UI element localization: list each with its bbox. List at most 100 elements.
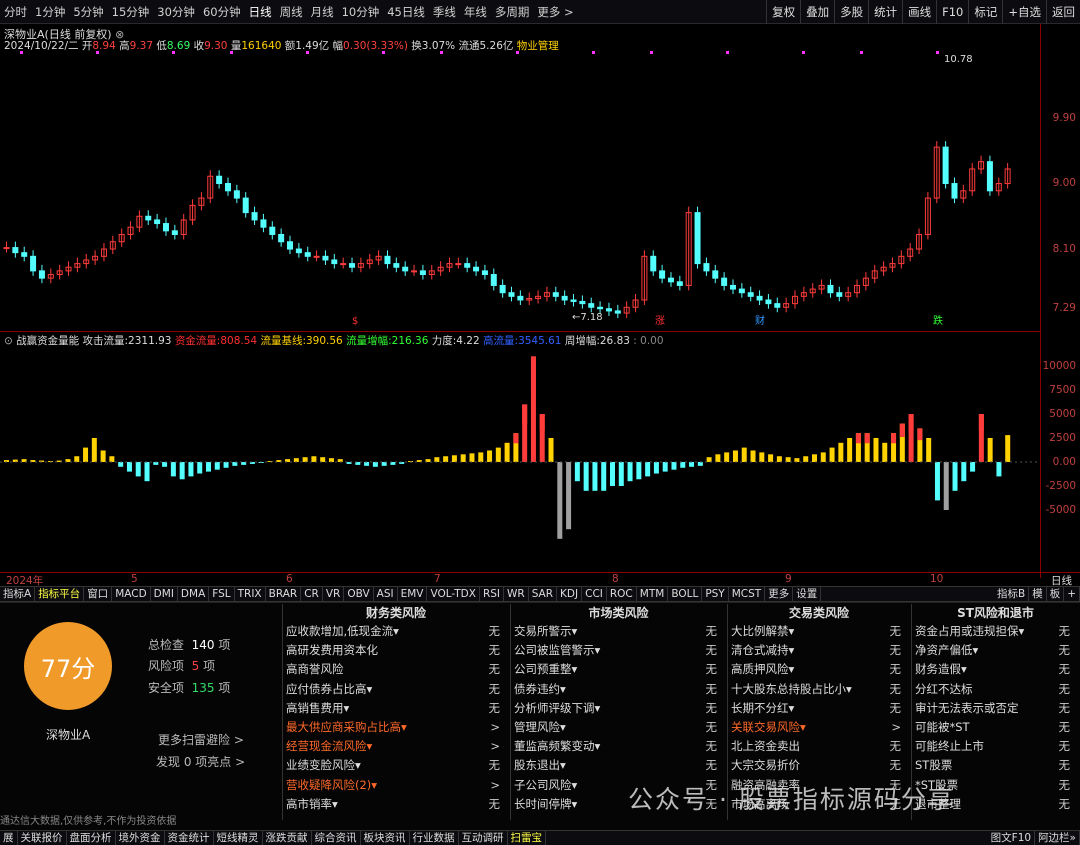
risk-item[interactable]: 大宗交易折价 无 bbox=[731, 756, 907, 775]
risk-item[interactable]: 北上资金卖出 无 bbox=[731, 737, 907, 756]
indicator-tab-22[interactable]: BOLL bbox=[668, 587, 703, 601]
period-tab-7[interactable]: 周线 bbox=[276, 0, 307, 24]
risk-item[interactable]: 资金占用或违规担保▾ 无 bbox=[915, 622, 1076, 641]
bottom-right-0[interactable]: 图文F10 bbox=[988, 831, 1036, 845]
bottom-tab-4[interactable]: 资金统计 bbox=[165, 831, 214, 845]
indicator-tab-19[interactable]: CCI bbox=[582, 587, 607, 601]
bottom-tab-0[interactable]: 展 bbox=[0, 831, 18, 845]
risk-item[interactable]: 应收款增加,低现金流▾ 无 bbox=[286, 622, 506, 641]
indicator-tab-24[interactable]: MCST bbox=[729, 587, 766, 601]
bottom-tab-3[interactable]: 境外资金 bbox=[116, 831, 165, 845]
period-tab-6[interactable]: 日线 bbox=[245, 0, 276, 24]
period-tab-14[interactable]: 更多 > bbox=[533, 0, 577, 24]
bottom-tab-10[interactable]: 互动调研 bbox=[459, 831, 508, 845]
risk-item[interactable]: 应付债券占比高▾ 无 bbox=[286, 680, 506, 699]
risk-item[interactable]: 分析师评级下调▾ 无 bbox=[514, 699, 723, 718]
risk-item[interactable]: 公司被监管警示▾ 无 bbox=[514, 641, 723, 660]
indicator-tab-10[interactable]: VR bbox=[323, 587, 345, 601]
toolbar-btn-6[interactable]: 标记 bbox=[968, 0, 1002, 24]
period-tab-5[interactable]: 60分钟 bbox=[199, 0, 245, 24]
toolbar-btn-4[interactable]: 画线 bbox=[902, 0, 936, 24]
risk-item[interactable]: 高销售费用▾ 无 bbox=[286, 699, 506, 718]
indicator-tab-18[interactable]: KDJ bbox=[557, 587, 583, 601]
collapse-icon[interactable]: ⊙ bbox=[4, 335, 13, 347]
risk-item[interactable]: 交易所警示▾ 无 bbox=[514, 622, 723, 641]
period-tab-12[interactable]: 年线 bbox=[460, 0, 491, 24]
toolbar-btn-0[interactable]: 复权 bbox=[766, 0, 800, 24]
indicator-tab-13[interactable]: EMV bbox=[398, 587, 428, 601]
risk-item[interactable]: 关联交易风险▾ > bbox=[731, 718, 907, 737]
indicator-panel[interactable] bbox=[0, 332, 1040, 572]
period-tab-13[interactable]: 多周期 bbox=[491, 0, 534, 24]
indicator-tab-right-0[interactable]: 指标B bbox=[994, 587, 1030, 601]
indicator-tab-26[interactable]: 设置 bbox=[793, 587, 822, 601]
indicator-tab-15[interactable]: RSI bbox=[480, 587, 504, 601]
bottom-tab-5[interactable]: 短线精灵 bbox=[214, 831, 263, 845]
risk-item[interactable]: 最大供应商采购占比高▾ > bbox=[286, 718, 506, 737]
bottom-right-1[interactable]: 阿边栏» bbox=[1035, 831, 1080, 845]
period-tab-4[interactable]: 30分钟 bbox=[153, 0, 199, 24]
indicator-tab-right-2[interactable]: 板 bbox=[1047, 587, 1065, 601]
risk-item[interactable]: 高商誉风险 无 bbox=[286, 660, 506, 679]
indicator-tab-2[interactable]: 窗口 bbox=[84, 587, 113, 601]
toolbar-btn-2[interactable]: 多股 bbox=[834, 0, 868, 24]
period-tab-9[interactable]: 10分钟 bbox=[338, 0, 384, 24]
risk-item[interactable]: 管理风险▾ 无 bbox=[514, 718, 723, 737]
indicator-tab-5[interactable]: DMA bbox=[178, 587, 210, 601]
period-tab-11[interactable]: 季线 bbox=[429, 0, 460, 24]
bottom-tab-2[interactable]: 盘面分析 bbox=[67, 831, 116, 845]
indicator-tab-9[interactable]: CR bbox=[301, 587, 323, 601]
indicator-tab-1[interactable]: 指标平台 bbox=[35, 587, 85, 601]
more-scan-link[interactable]: 更多扫雷避险 > bbox=[158, 731, 244, 748]
toolbar-btn-8[interactable]: 返回 bbox=[1046, 0, 1080, 24]
period-tab-2[interactable]: 5分钟 bbox=[69, 0, 107, 24]
indicator-tab-right-1[interactable]: 模 bbox=[1029, 587, 1047, 601]
toolbar-btn-1[interactable]: 叠加 bbox=[800, 0, 834, 24]
indicator-tab-8[interactable]: BRAR bbox=[266, 587, 302, 601]
risk-item[interactable]: 净资产偏低▾ 无 bbox=[915, 641, 1076, 660]
highlights-link[interactable]: 发现 0 项亮点 > bbox=[156, 753, 245, 770]
toolbar-btn-7[interactable]: +自选 bbox=[1002, 0, 1046, 24]
period-tab-10[interactable]: 45日线 bbox=[383, 0, 429, 24]
risk-item[interactable]: 高市销率▾ 无 bbox=[286, 795, 506, 814]
risk-item[interactable]: 大比例解禁▾ 无 bbox=[731, 622, 907, 641]
period-tab-8[interactable]: 月线 bbox=[307, 0, 338, 24]
bottom-tab-9[interactable]: 行业数据 bbox=[410, 831, 459, 845]
indicator-tab-11[interactable]: OBV bbox=[344, 587, 374, 601]
risk-item[interactable]: ST股票 无 bbox=[915, 756, 1076, 775]
indicator-tab-0[interactable]: 指标A bbox=[0, 587, 36, 601]
indicator-tab-16[interactable]: WR bbox=[504, 587, 529, 601]
risk-item[interactable]: 经营现金流风险▾ > bbox=[286, 737, 506, 756]
risk-item[interactable]: 营收疑降风险(2)▾ > bbox=[286, 776, 506, 795]
indicator-tab-17[interactable]: SAR bbox=[529, 587, 558, 601]
bottom-tab-11[interactable]: 扫雷宝 bbox=[508, 831, 546, 845]
risk-item[interactable]: 财务造假▾ 无 bbox=[915, 660, 1076, 679]
indicator-tab-21[interactable]: MTM bbox=[637, 587, 669, 601]
risk-item[interactable]: 分红不达标 无 bbox=[915, 680, 1076, 699]
indicator-tab-3[interactable]: MACD bbox=[112, 587, 151, 601]
toolbar-btn-5[interactable]: F10 bbox=[936, 0, 968, 24]
indicator-tab-12[interactable]: ASI bbox=[374, 587, 398, 601]
risk-item[interactable]: 董监高频繁变动▾ 无 bbox=[514, 737, 723, 756]
period-tab-1[interactable]: 1分钟 bbox=[31, 0, 69, 24]
risk-item[interactable]: 可能终止上市 无 bbox=[915, 737, 1076, 756]
risk-item[interactable]: 高质押风险▾ 无 bbox=[731, 660, 907, 679]
risk-item[interactable]: 清仓式减持▾ 无 bbox=[731, 641, 907, 660]
indicator-tab-6[interactable]: FSL bbox=[209, 587, 235, 601]
risk-item[interactable]: 高研发费用资本化 无 bbox=[286, 641, 506, 660]
toolbar-btn-3[interactable]: 统计 bbox=[868, 0, 902, 24]
bottom-tab-7[interactable]: 综合资讯 bbox=[312, 831, 361, 845]
candlestick-panel[interactable]: 10.78 ←7.18 $ 涨 财 跌 bbox=[0, 24, 1040, 332]
bottom-tab-1[interactable]: 关联报价 bbox=[18, 831, 67, 845]
indicator-tab-23[interactable]: PSY bbox=[702, 587, 729, 601]
indicator-tab-20[interactable]: ROC bbox=[607, 587, 637, 601]
period-tab-0[interactable]: 分时 bbox=[0, 0, 31, 24]
bottom-tab-6[interactable]: 涨跌贡献 bbox=[263, 831, 312, 845]
indicator-tab-4[interactable]: DMI bbox=[151, 587, 178, 601]
risk-item[interactable]: 可能被*ST 无 bbox=[915, 718, 1076, 737]
period-tab-3[interactable]: 15分钟 bbox=[108, 0, 154, 24]
risk-item[interactable]: 十大股东总持股占比小▾ 无 bbox=[731, 680, 907, 699]
risk-item[interactable]: 业绩变脸风险▾ 无 bbox=[286, 756, 506, 775]
indicator-tab-25[interactable]: 更多 bbox=[765, 587, 794, 601]
risk-item[interactable]: 公司预重整▾ 无 bbox=[514, 660, 723, 679]
